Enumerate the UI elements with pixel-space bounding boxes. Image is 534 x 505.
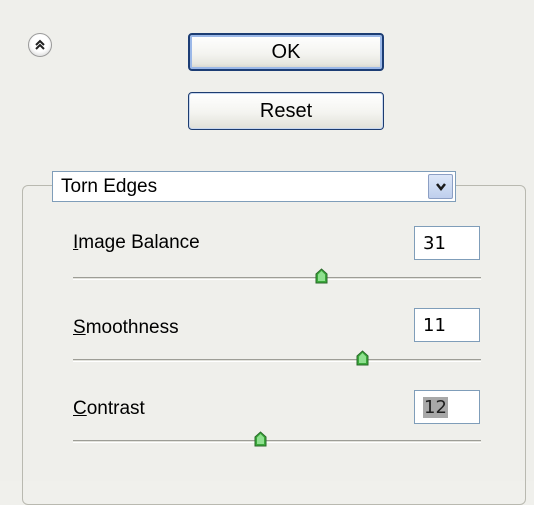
contrast-slider-thumb[interactable]	[254, 431, 267, 447]
filter-panel: OK Reset Torn Edges Image Balance 31 Smo…	[0, 0, 534, 505]
contrast-label: Contrast	[73, 398, 145, 420]
image-balance-label-rest: mage Balance	[78, 232, 200, 253]
image-balance-slider-track[interactable]	[73, 277, 481, 280]
smoothness-value: 11	[423, 314, 446, 336]
smoothness-label-rest: moothness	[85, 317, 179, 338]
ok-button[interactable]: OK	[188, 33, 384, 71]
slider-thumb-icon	[315, 268, 328, 284]
contrast-label-rest: ontrast	[86, 398, 145, 419]
reset-button[interactable]: Reset	[188, 92, 384, 130]
image-balance-value: 31	[423, 232, 446, 254]
image-balance-label: Image Balance	[73, 232, 200, 254]
contrast-slider-track[interactable]	[73, 440, 481, 443]
smoothness-slider-thumb[interactable]	[356, 350, 369, 366]
double-chevron-up-icon	[34, 39, 46, 51]
ok-button-label: OK	[271, 40, 301, 63]
smoothness-slider-track[interactable]	[73, 359, 481, 362]
collapse-button[interactable]	[28, 33, 52, 57]
smoothness-input[interactable]: 11	[414, 308, 480, 342]
contrast-value: 12	[423, 396, 448, 418]
contrast-label-mnemonic: C	[73, 398, 87, 419]
contrast-input[interactable]: 12	[414, 390, 480, 424]
smoothness-label: Smoothness	[73, 317, 179, 339]
slider-thumb-icon	[254, 431, 267, 447]
chevron-down-icon[interactable]	[428, 174, 453, 199]
filter-select[interactable]: Torn Edges	[52, 171, 456, 202]
filter-select-value: Torn Edges	[61, 175, 158, 197]
slider-thumb-icon	[356, 350, 369, 366]
reset-button-label: Reset	[259, 99, 313, 122]
smoothness-label-mnemonic: S	[73, 317, 86, 338]
image-balance-slider-thumb[interactable]	[315, 268, 328, 284]
image-balance-input[interactable]: 31	[414, 226, 480, 260]
